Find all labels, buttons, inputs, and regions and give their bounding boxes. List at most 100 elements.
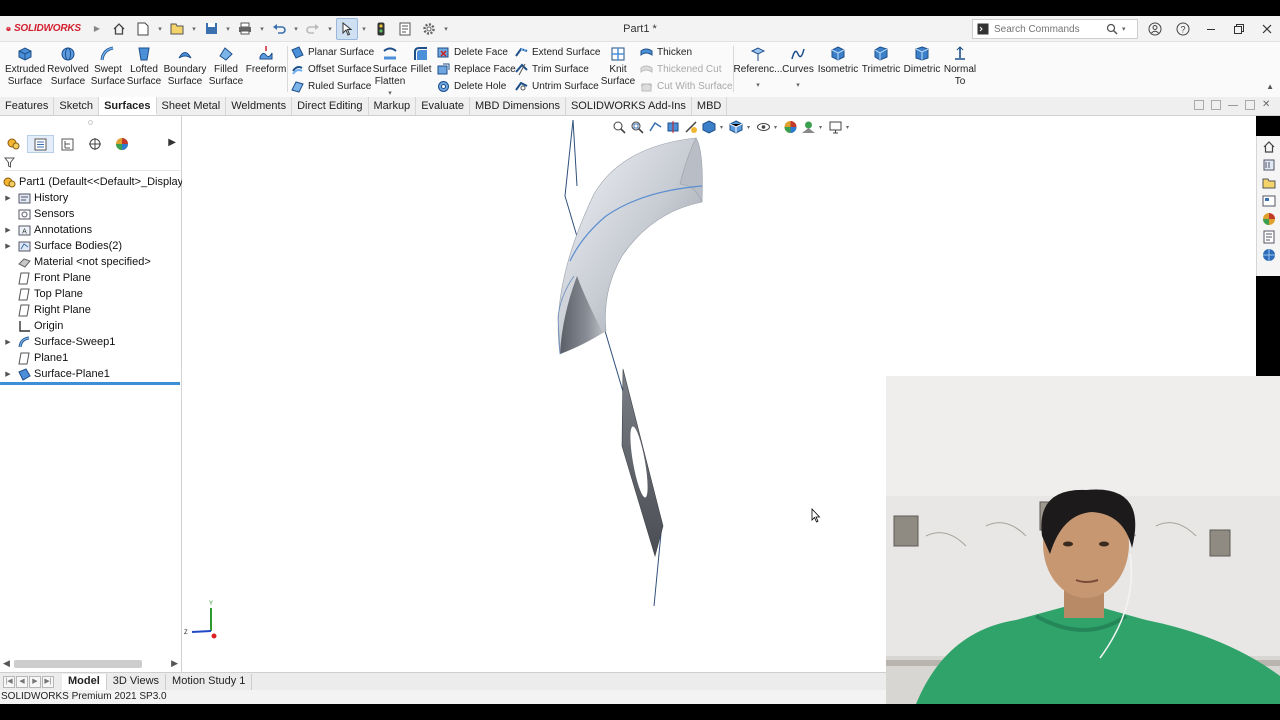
next-tab-icon[interactable]: ▶ [29, 675, 41, 688]
reference-geometry-button[interactable]: Referenc... ▾ [734, 45, 782, 92]
extend-surface-button[interactable]: Extend Surface [515, 44, 600, 61]
menu-expand-icon[interactable]: ▶ [94, 24, 100, 33]
new-dropdown-icon[interactable]: ▾ [156, 25, 164, 33]
cut-with-surface-button[interactable]: Cut With Surface [640, 78, 733, 95]
expand-arrow-icon[interactable]: ▶ [3, 242, 13, 250]
tree-item-surface-sweep1[interactable]: ▶ Surface-Sweep1 [0, 334, 182, 350]
tab-evaluate[interactable]: Evaluate [416, 97, 470, 115]
panel-grip-icon[interactable] [88, 120, 93, 125]
doc-tile-icon[interactable] [1194, 100, 1204, 110]
options-dropdown-icon[interactable]: ▾ [442, 25, 450, 33]
select-button[interactable] [336, 17, 358, 40]
rollback-bar[interactable] [0, 382, 180, 385]
freeform-button[interactable]: Freeform [246, 45, 286, 76]
view-palette-icon[interactable] [1262, 194, 1276, 208]
lofted-surface-button[interactable]: Lofted Surface [126, 45, 162, 88]
delete-hole-button[interactable]: Delete Hole [437, 78, 506, 95]
restore-button[interactable] [1230, 20, 1248, 38]
offset-surface-button[interactable]: Offset Surface [291, 61, 372, 78]
dimxpert-manager-tab[interactable] [81, 135, 108, 153]
property-manager-tab[interactable] [27, 135, 54, 153]
tab-sketch[interactable]: Sketch [54, 97, 100, 115]
filter-icon[interactable] [3, 157, 16, 168]
trim-surface-button[interactable]: Trim Surface [515, 61, 589, 78]
more-tabs-arrow-icon[interactable]: ▶ [168, 137, 176, 148]
trimetric-view-button[interactable]: Trimetric [861, 45, 901, 76]
solidworks-resources-icon[interactable] [1262, 140, 1276, 154]
search-dropdown-icon[interactable]: ▾ [1122, 25, 1126, 33]
tab-mbd[interactable]: MBD [692, 97, 728, 115]
custom-properties-icon[interactable] [1262, 230, 1276, 244]
doc-cascade-icon[interactable] [1211, 100, 1221, 110]
scroll-right-icon[interactable]: ▶ [171, 658, 178, 669]
configuration-manager-tab[interactable] [54, 135, 81, 153]
knit-surface-button[interactable]: Knit Surface [601, 45, 635, 88]
first-tab-icon[interactable]: |◀ [3, 675, 15, 688]
solidworks-forum-icon[interactable] [1262, 248, 1276, 262]
tree-item-surface-plane1[interactable]: ▶ Surface-Plane1 [0, 366, 182, 382]
curves-dropdown-icon[interactable]: ▾ [796, 80, 800, 92]
close-button[interactable] [1258, 20, 1276, 38]
print-button[interactable] [234, 18, 256, 40]
doc-restore-icon[interactable] [1245, 100, 1255, 110]
tab-sheet-metal[interactable]: Sheet Metal [157, 97, 227, 115]
doc-close-icon[interactable]: ✕ [1262, 100, 1272, 110]
tab-model[interactable]: Model [62, 673, 107, 690]
replace-face-button[interactable]: Replace Face [437, 61, 516, 78]
untrim-surface-button[interactable]: Untrim Surface [515, 78, 599, 95]
appearances-scenes-icon[interactable] [1262, 212, 1276, 226]
solidworks-logo[interactable]: SOLIDWORKS ▶ [0, 16, 100, 42]
revolved-surface-button[interactable]: Revolved Surface [47, 45, 89, 88]
thickened-cut-button[interactable]: Thickened Cut [640, 61, 721, 78]
feature-manager-tab[interactable] [0, 135, 27, 153]
select-dropdown-icon[interactable]: ▾ [360, 25, 368, 33]
display-manager-tab[interactable] [108, 135, 135, 153]
extruded-surface-button[interactable]: Extruded Surface [5, 45, 45, 88]
options-button[interactable] [418, 18, 440, 40]
expand-arrow-icon[interactable]: ▶ [3, 338, 13, 346]
surface-plane1-body[interactable] [621, 368, 664, 558]
tab-surfaces[interactable]: Surfaces [99, 97, 157, 115]
fillet-button[interactable]: Fillet [410, 45, 432, 76]
tab-weldments[interactable]: Weldments [226, 97, 293, 115]
new-document-button[interactable] [132, 18, 154, 40]
tree-item-top-plane[interactable]: Top Plane [0, 286, 182, 302]
reference-geometry-dropdown-icon[interactable]: ▾ [756, 80, 760, 92]
undo-dropdown-icon[interactable]: ▾ [292, 25, 300, 33]
tree-horizontal-scrollbar[interactable]: ◀ ▶ [0, 656, 182, 672]
tree-item-plane1[interactable]: Plane1 [0, 350, 182, 366]
tree-item-right-plane[interactable]: Right Plane [0, 302, 182, 318]
redo-button[interactable] [302, 18, 324, 40]
open-button[interactable] [166, 18, 188, 40]
scroll-thumb[interactable] [14, 660, 142, 668]
account-button[interactable] [1146, 20, 1164, 38]
home-button[interactable] [108, 18, 130, 40]
filled-surface-button[interactable]: Filled Surface [208, 45, 244, 88]
redo-dropdown-icon[interactable]: ▾ [326, 25, 334, 33]
delete-face-button[interactable]: Delete Face [437, 44, 508, 61]
tree-filter[interactable] [3, 157, 180, 171]
expand-arrow-icon[interactable]: ▶ [3, 370, 13, 378]
surface-sweep1-body[interactable] [557, 137, 703, 355]
search-icon[interactable] [1106, 23, 1118, 35]
planar-surface-button[interactable]: Planar Surface [291, 44, 374, 61]
last-tab-icon[interactable]: ▶| [42, 675, 54, 688]
curves-button[interactable]: Curves ▾ [782, 45, 814, 92]
search-input[interactable] [994, 23, 1106, 35]
doc-minimize-icon[interactable] [1228, 100, 1238, 106]
tab-mbd-dimensions[interactable]: MBD Dimensions [470, 97, 566, 115]
print-dropdown-icon[interactable]: ▾ [258, 25, 266, 33]
tree-item-sensors[interactable]: Sensors [0, 206, 182, 222]
prev-tab-icon[interactable]: ◀ [16, 675, 28, 688]
surface-flatten-button[interactable]: Surface Flatten ▾ [372, 45, 408, 100]
file-properties-button[interactable] [394, 18, 416, 40]
tab-3d-views[interactable]: 3D Views [107, 673, 167, 690]
collapse-ribbon-icon[interactable]: ▲ [1266, 82, 1274, 91]
tab-solidworks-add-ins[interactable]: SOLIDWORKS Add-Ins [566, 97, 692, 115]
normal-to-button[interactable]: Normal To [943, 45, 977, 88]
dimetric-view-button[interactable]: Dimetric [903, 45, 941, 76]
undo-button[interactable] [268, 18, 290, 40]
open-dropdown-icon[interactable]: ▾ [190, 25, 198, 33]
tree-item-origin[interactable]: Origin [0, 318, 182, 334]
scroll-left-icon[interactable]: ◀ [3, 658, 10, 669]
